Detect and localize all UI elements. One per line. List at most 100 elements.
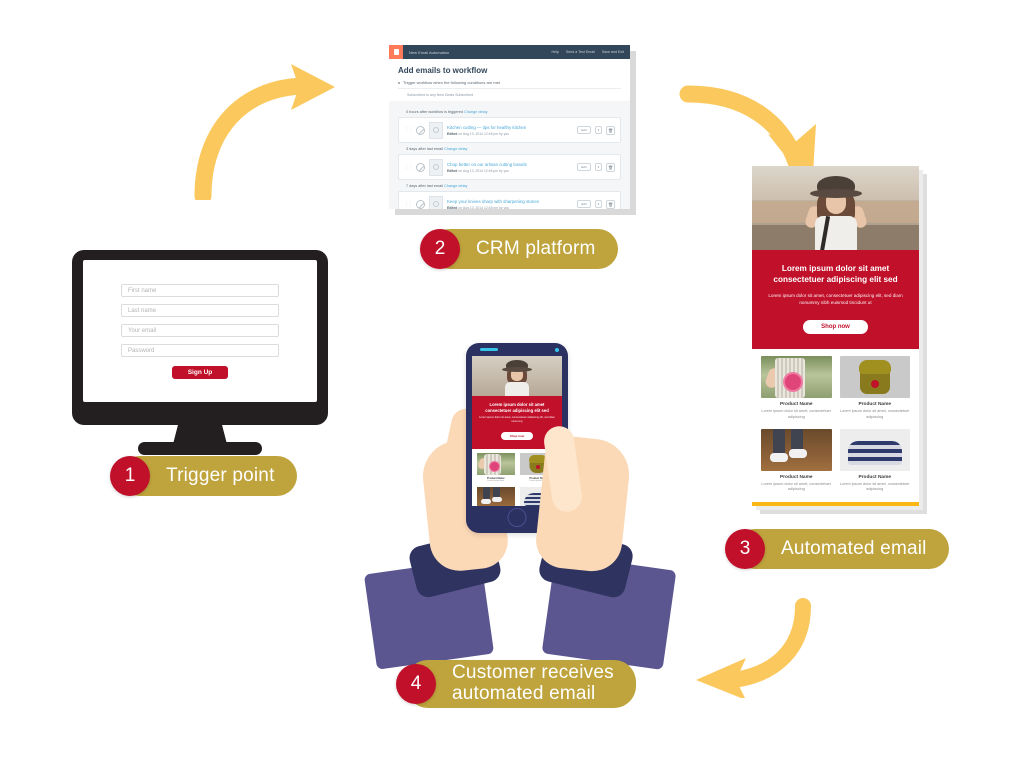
product-desc-2: Lorem ipsum dolor sit amet, consectetuer… (839, 409, 910, 420)
step-label-4: 4 Customer receives automated email (396, 660, 636, 708)
chevron-down-icon-3[interactable]: ▾ (595, 200, 602, 208)
monitor-screen: First name Last name Your email Password… (83, 260, 317, 402)
email-thumbnail (429, 121, 443, 139)
product-image-2 (839, 356, 910, 399)
crm-group-timing-1: 0 hours after workflow is triggered Chan… (406, 110, 621, 114)
crm-nav-send-test-email[interactable]: Send a Test Email (566, 50, 595, 54)
product-image-1 (761, 356, 832, 399)
trash-icon-3[interactable]: 🗑 (606, 199, 615, 209)
crm-nav-save-and-exit[interactable]: Save and Exit (602, 50, 624, 54)
crm-email-row-2[interactable]: ⋮⋮ Chop better on our artisan cutting bo… (398, 154, 621, 180)
email-status-icon (416, 125, 425, 135)
chevron-down-icon-1[interactable]: ▾ (595, 126, 602, 134)
phone-camera-icon (555, 348, 559, 352)
drag-handle-icon[interactable]: ⋮⋮ (404, 127, 413, 133)
crm-screenshot: New Email Automation Help Send a Test Em… (389, 45, 636, 215)
email-field[interactable]: Your email (121, 324, 279, 337)
product-desc-3: Lorem ipsum dolor sit amet, consectetuer… (761, 481, 832, 492)
step-number-3: 3 (725, 529, 765, 569)
phone-product-cell-1[interactable]: Product Name Lorem ipsum dolor (477, 453, 515, 483)
crm-timing-text-3: 7 days after last email (406, 184, 443, 188)
crm-group-timing-2: 3 days after last email Change delay (406, 147, 621, 151)
step-number-2: 2 (420, 229, 460, 269)
phone-hero-image (472, 356, 562, 396)
phone-in-hands-illustration: Lorem ipsum dolor sit amet consectetuer … (363, 330, 677, 671)
crm-email-info-2: Chop better on our artisan cutting board… (447, 162, 573, 173)
bullet-icon (398, 82, 400, 84)
email-status-icon (416, 199, 425, 209)
crm-topbar: New Email Automation Help Send a Test Em… (389, 45, 630, 59)
email-footer: COPYRIGHT © 2020. All rights reserved (752, 502, 919, 506)
crm-email-subject-1[interactable]: Kitchen cutting — tips for healthy kitch… (447, 125, 573, 130)
crm-email-row-1[interactable]: ⋮⋮ Kitchen cutting — tips for healthy ki… (398, 117, 621, 143)
email-thumbnail (429, 195, 443, 209)
crm-email-info-1: Kitchen cutting — tips for healthy kitch… (447, 125, 573, 136)
crm-email-subject-3[interactable]: Keep your knives sharp with sharpening s… (447, 199, 573, 204)
monitor-stand-base (138, 442, 262, 455)
email-hero-image (752, 166, 919, 250)
product-cell-1[interactable]: Product Name Lorem ipsum dolor sit amet,… (761, 356, 832, 420)
crm-email-edited-3: Edited on Aug 13, 2014 12:48 pm by you (447, 206, 573, 210)
arrow-email-to-customer (696, 598, 811, 698)
crm-email-subject-2[interactable]: Chop better on our artisan cutting board… (447, 162, 573, 167)
chevron-down-icon-2[interactable]: ▾ (595, 163, 602, 171)
sign-up-button[interactable]: Sign Up (172, 366, 228, 379)
crm-nav-help[interactable]: Help (552, 50, 559, 54)
phone-speaker (480, 348, 498, 351)
trash-icon-1[interactable]: 🗑 (606, 125, 615, 135)
phone-headline: Lorem ipsum dolor sit amet consectetuer … (485, 402, 549, 413)
crm-edit-button-3[interactable]: Edit (577, 200, 591, 208)
crm-email-edited-2: Edited on Aug 13, 2014 12:48 pm by you (447, 169, 573, 173)
shop-now-button[interactable]: Shop now (803, 320, 868, 335)
crm-change-delay-link-3[interactable]: Change delay (444, 184, 467, 188)
crm-edit-button-1[interactable]: Edit (577, 126, 591, 134)
crm-nav: Help Send a Test Email Save and Exit (552, 50, 631, 54)
edited-label-1: Edited (447, 131, 458, 136)
product-name-3: Product Name (779, 474, 813, 480)
email-headline: Lorem ipsum dolor sit amet consectetuer … (773, 264, 898, 285)
edited-meta-2: on Aug 13, 2014 12:48 pm by you (458, 168, 510, 173)
product-name-2: Product Name (858, 402, 892, 408)
drag-handle-icon[interactable]: ⋮⋮ (404, 164, 413, 170)
crm-change-delay-link-2[interactable]: Change delay (444, 147, 467, 151)
email-card: Lorem ipsum dolor sit amet consectetuer … (752, 166, 919, 506)
crm-email-edited-1: Edited on Aug 13, 2014 12:48 pm by you (447, 132, 573, 136)
first-name-field[interactable]: First name (121, 284, 279, 297)
phone-shop-now-button[interactable]: Shop now (500, 432, 534, 441)
crm-logo-icon (389, 45, 403, 59)
crm-heading: Add emails to workflow (398, 66, 488, 75)
drag-handle-icon[interactable]: ⋮⋮ (404, 201, 413, 207)
phone-product-cell-3[interactable]: Product Name Lorem ipsum dolor (477, 487, 515, 506)
edited-label-3: Edited (447, 205, 458, 210)
password-field[interactable]: Password (121, 344, 279, 357)
crm-subscription-text: Subscribed to any New Deals Subscribed (398, 88, 621, 101)
crm-email-row-3[interactable]: ⋮⋮ Keep your knives sharp with sharpenin… (398, 191, 621, 209)
product-desc-4: Lorem ipsum dolor sit amet, consectetuer… (839, 481, 910, 492)
step-number-1: 1 (110, 456, 150, 496)
product-image-3 (761, 428, 832, 471)
edited-meta-1: on Aug 13, 2014 12:48 pm by you (458, 131, 510, 136)
hero-person-graphic (803, 176, 868, 250)
phone-product-desc-1: Lorem ipsum dolor (487, 480, 505, 483)
product-cell-2[interactable]: Product Name Lorem ipsum dolor sit amet,… (839, 356, 910, 420)
phone-home-button[interactable] (507, 508, 527, 527)
step-label-1: 1 Trigger point (110, 456, 297, 496)
crm-condition-row: Trigger workflow when the following cond… (398, 80, 621, 85)
phone-body-text: Lorem ipsum dolor sit amet, consectetuer… (479, 416, 555, 424)
email-hero-banner: Lorem ipsum dolor sit amet consectetuer … (752, 250, 919, 350)
crm-app-title: New Email Automation (409, 49, 450, 55)
product-cell-3[interactable]: Product Name Lorem ipsum dolor sit amet,… (761, 428, 832, 493)
trash-icon-2[interactable]: 🗑 (606, 162, 615, 172)
crm-change-delay-link-1[interactable]: Change delay (464, 110, 487, 114)
step-label-3: 3 Automated email (725, 529, 949, 569)
crm-email-info-3: Keep your knives sharp with sharpening s… (447, 199, 573, 210)
last-name-field[interactable]: Last name (121, 304, 279, 317)
crm-edit-button-2[interactable]: Edit (577, 163, 591, 171)
product-name-1: Product Name (779, 402, 813, 408)
phone-product-image-1 (477, 453, 515, 476)
crm-page-header: Add emails to workflow Trigger workflow … (389, 59, 630, 101)
signup-form: First name Last name Your email Password… (83, 260, 317, 379)
crm-window: New Email Automation Help Send a Test Em… (389, 45, 630, 209)
monitor-bezel: First name Last name Your email Password… (72, 250, 328, 425)
product-cell-4[interactable]: Product Name Lorem ipsum dolor sit amet,… (839, 428, 910, 493)
